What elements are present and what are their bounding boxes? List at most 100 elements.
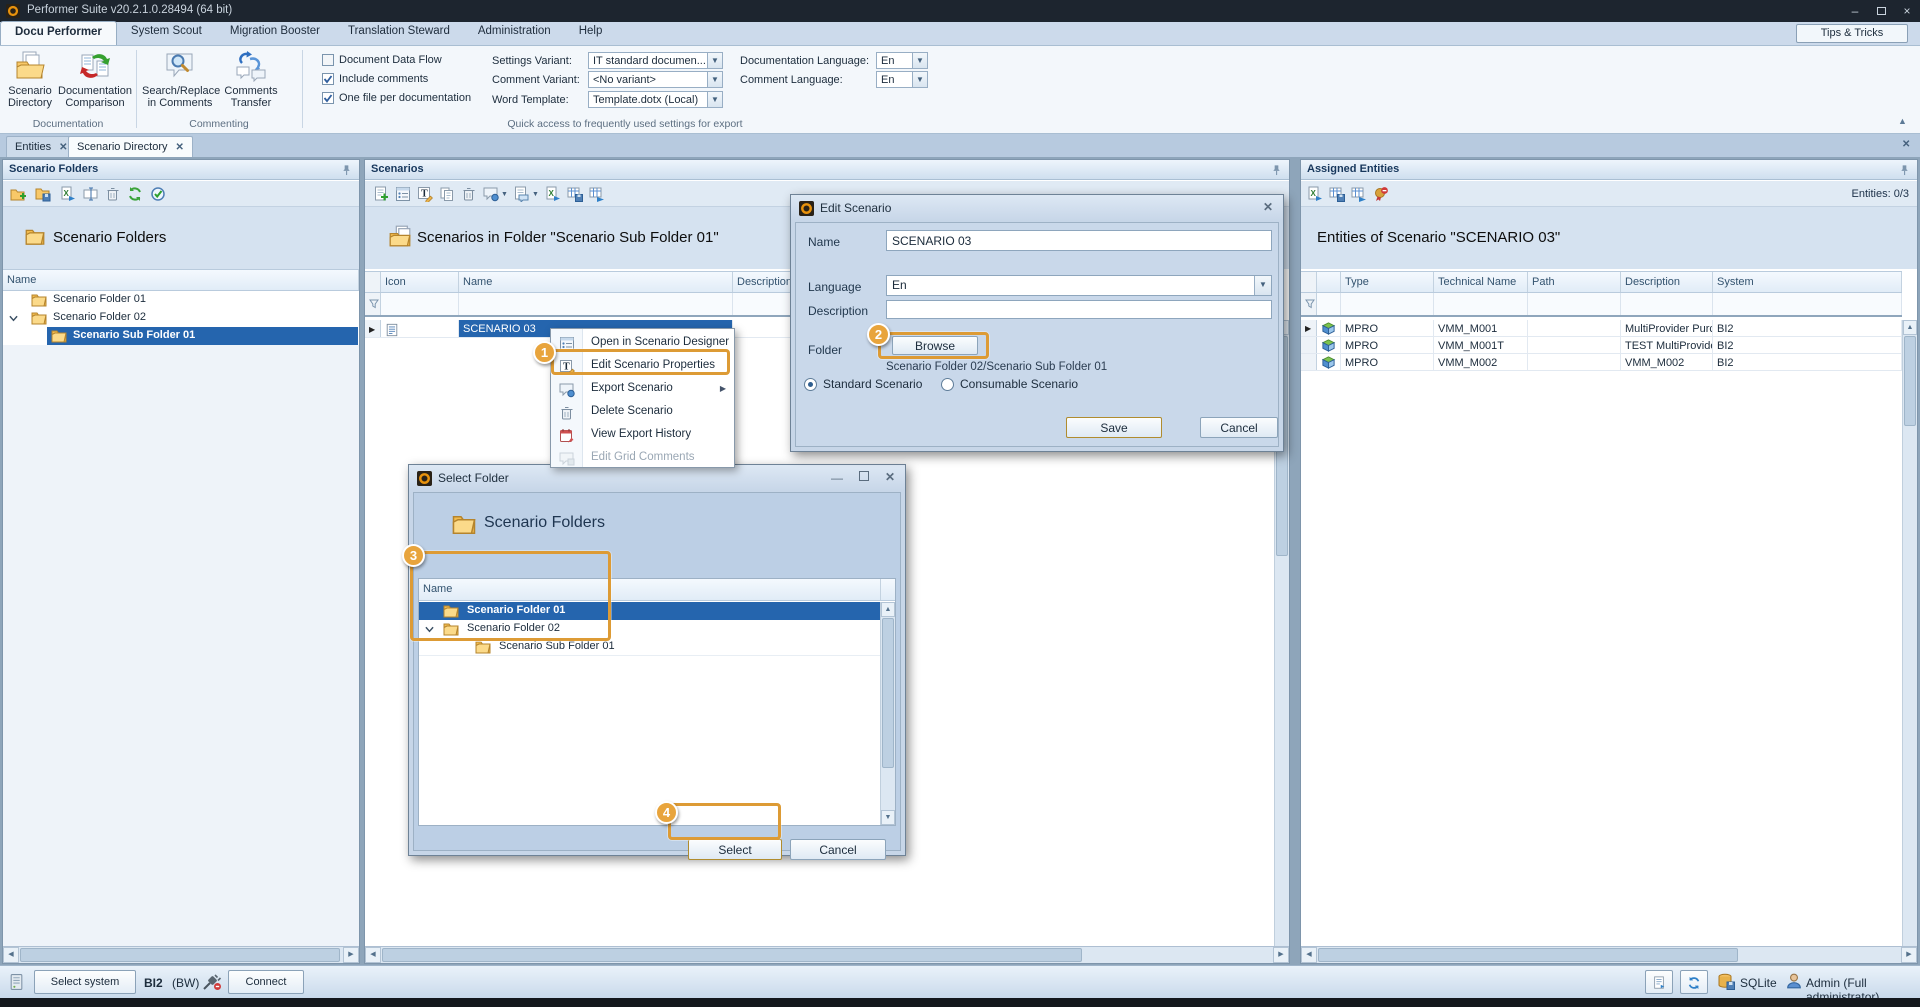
scenario-directory-button[interactable]: Scenario Directory [2,50,58,109]
vertical-scrollbar[interactable]: ▲ [1902,320,1917,946]
entity-technical-name-cell[interactable]: VMM_M001 [1434,320,1528,336]
delete-scenario-icon[interactable] [461,186,477,202]
entity-row[interactable]: MPRO VMM_M001T TEST MultiProvider... BI2 [1301,337,1902,354]
radio-standard-scenario[interactable]: Standard Scenario [804,377,922,391]
menu-tab-translation-steward[interactable]: Translation Steward [334,21,464,45]
column-header-system[interactable]: System [1713,272,1902,292]
entity-description-cell[interactable]: TEST MultiProvider... [1621,337,1713,353]
column-header-description[interactable]: Description [1621,272,1713,292]
menu-tab-docu-performer[interactable]: Docu Performer [0,21,117,45]
description-field[interactable] [886,300,1272,319]
refresh-icon[interactable] [127,186,143,202]
entity-row[interactable]: ▶ MPRO VMM_M001 MultiProvider Purc... BI… [1301,320,1902,337]
filter-cell[interactable] [459,293,733,315]
chevron-down-icon[interactable]: ▼ [912,53,927,68]
remove-assignment-icon[interactable] [1373,186,1389,202]
horizontal-scrollbar[interactable]: ◀ ▶ [1301,946,1917,963]
column-header-technical-name[interactable]: Technical Name [1434,272,1528,292]
scroll-left-icon[interactable]: ◀ [365,947,381,963]
filter-cell[interactable] [1317,293,1341,315]
export-list-icon[interactable]: X [60,186,76,202]
entity-type-cell[interactable]: MPRO [1341,354,1434,370]
minimize-icon[interactable]: — [831,471,843,485]
comment-variant-icon[interactable] [483,186,499,202]
entity-type-cell[interactable]: MPRO [1341,337,1434,353]
connect-button[interactable]: Connect [228,970,304,994]
save-grid-layout-icon[interactable] [567,186,583,202]
chevron-down-icon[interactable]: ▼ [707,53,722,68]
settings-variant-select[interactable]: IT standard documen...▼ [588,52,723,69]
scroll-down-icon[interactable]: ▼ [881,810,895,825]
close-button[interactable]: × [1894,0,1920,22]
radio-consumable-scenario[interactable]: Consumable Scenario [941,377,1078,391]
menu-tab-system-scout[interactable]: System Scout [117,21,216,45]
menu-item-delete-scenario[interactable]: Delete Scenario [551,401,734,424]
entity-system-cell[interactable]: BI2 [1713,337,1902,353]
export-excel-icon[interactable]: X [545,186,561,202]
entity-system-cell[interactable]: BI2 [1713,354,1902,370]
edit-properties-icon[interactable]: T [417,186,433,202]
column-header-name[interactable]: Name [459,272,733,292]
language-select[interactable]: En ▼ [886,275,1272,296]
log-button[interactable] [1645,970,1673,994]
scrollbar-thumb[interactable] [20,948,340,962]
search-replace-comments-button[interactable]: Search/Replace in Comments [142,50,218,109]
filter-cell[interactable] [1528,293,1621,315]
scenario-designer-icon[interactable] [395,186,411,202]
tree-row-folder-01[interactable]: Scenario Folder 01 [3,291,359,309]
scroll-up-icon[interactable]: ▲ [1903,320,1917,335]
entity-system-cell[interactable]: BI2 [1713,320,1902,336]
entity-path-cell[interactable] [1528,337,1621,353]
checkbox-document-data-flow[interactable]: Document Data Flow [322,54,442,66]
filter-row[interactable] [1301,293,1902,317]
horizontal-scrollbar[interactable]: ◀ ▶ [365,946,1289,963]
expander-chevron-icon[interactable] [9,314,18,323]
menu-item-view-export-history[interactable]: View Export History [551,424,734,447]
chevron-down-icon[interactable]: ▼ [912,72,927,87]
scroll-up-icon[interactable]: ▲ [881,602,895,617]
scroll-left-icon[interactable]: ◀ [1301,947,1317,963]
close-icon[interactable]: ✕ [885,470,895,484]
entity-technical-name-cell[interactable]: VMM_M001T [1434,337,1528,353]
scroll-left-icon[interactable]: ◀ [3,947,19,963]
export-grid-icon[interactable] [589,186,605,202]
cancel-button[interactable]: Cancel [790,839,886,860]
filter-cell[interactable] [1341,293,1434,315]
export-documentation-icon[interactable] [513,186,529,202]
select-system-button[interactable]: Select system [34,970,136,994]
entity-description-cell[interactable]: VMM_M002 [1621,354,1713,370]
select-button[interactable]: Select [688,839,782,860]
chevron-down-icon[interactable]: ▼ [501,191,508,198]
tab-close-icon[interactable]: ✕ [59,142,67,153]
copy-scenario-icon[interactable] [439,186,455,202]
chevron-down-icon[interactable]: ▼ [532,191,539,198]
scrollbar-thumb[interactable] [1318,948,1738,962]
scrollbar-thumb[interactable] [882,618,894,768]
tabstrip-close-icon[interactable]: ✕ [1902,139,1910,150]
menu-tab-migration-booster[interactable]: Migration Booster [216,21,334,45]
chevron-down-icon[interactable]: ▼ [707,92,722,107]
cancel-button[interactable]: Cancel [1200,417,1278,438]
tips-and-tricks-button[interactable]: Tips & Tricks [1796,24,1908,43]
checkbox-one-file-per-documentation[interactable]: One file per documentation [322,92,471,104]
save-grid-layout-icon[interactable] [1329,186,1345,202]
documentation-language-select[interactable]: En▼ [876,52,928,69]
tab-scenario-directory[interactable]: Scenario Directory✕ [68,136,193,157]
entity-path-cell[interactable] [1528,354,1621,370]
tab-close-icon[interactable]: ✕ [175,142,183,153]
word-template-select[interactable]: Template.dotx (Local)▼ [588,91,723,108]
pin-icon[interactable] [1899,164,1911,176]
refresh-button[interactable] [1680,970,1708,994]
save-button[interactable]: Save [1066,417,1162,438]
save-folder-icon[interactable] [35,186,51,202]
name-field[interactable] [886,230,1272,251]
maximize-icon[interactable] [859,471,869,481]
delete-folder-icon[interactable] [105,186,121,202]
menu-tab-administration[interactable]: Administration [464,21,565,45]
validate-icon[interactable] [150,186,166,202]
comment-language-select[interactable]: En▼ [876,71,928,88]
tree-row-folder-02[interactable]: Scenario Folder 02 [3,309,359,327]
tab-entities[interactable]: Entities✕ [6,136,76,157]
filter-cell[interactable] [1713,293,1902,315]
new-scenario-icon[interactable] [373,186,389,202]
